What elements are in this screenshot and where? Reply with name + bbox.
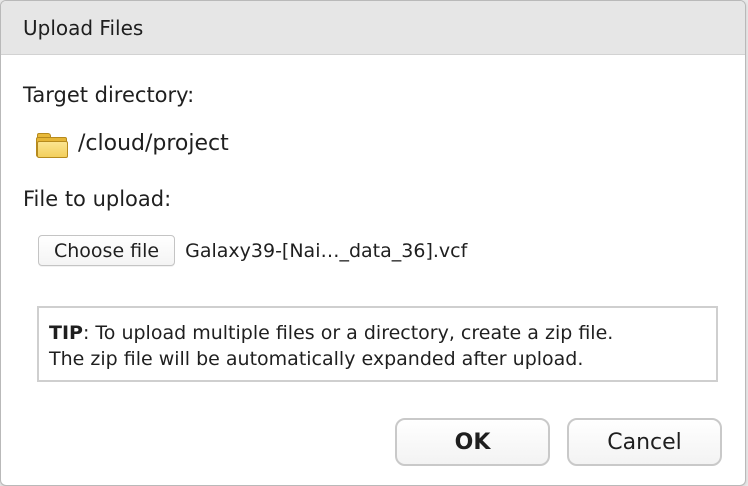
ok-button[interactable]: OK <box>395 418 550 466</box>
tip-line-1: TIP: To upload multiple files or a direc… <box>49 320 716 346</box>
tip-prefix: TIP <box>49 322 83 344</box>
target-directory-path: /cloud/project <box>78 131 229 156</box>
dialog-title: Upload Files <box>23 15 144 40</box>
tip-text-2: The zip file will be automatically expan… <box>49 348 584 370</box>
file-to-upload-label: File to upload: <box>23 187 172 211</box>
cancel-button[interactable]: Cancel <box>567 418 722 466</box>
folder-icon <box>36 132 68 158</box>
upload-files-dialog: Upload Files Target directory: /cloud/pr… <box>0 0 746 486</box>
file-picker-row: Choose file Galaxy39-[Nai…_data_36].vcf <box>38 235 467 266</box>
selected-file-name: Galaxy39-[Nai…_data_36].vcf <box>185 239 468 262</box>
tip-text-1: : To upload multiple files or a director… <box>82 322 614 344</box>
tip-box: TIP: To upload multiple files or a direc… <box>37 306 718 382</box>
dialog-titlebar: Upload Files <box>1 1 745 55</box>
choose-file-button[interactable]: Choose file <box>38 235 176 266</box>
target-directory-row: /cloud/project <box>36 131 229 158</box>
target-directory-label: Target directory: <box>23 83 195 107</box>
